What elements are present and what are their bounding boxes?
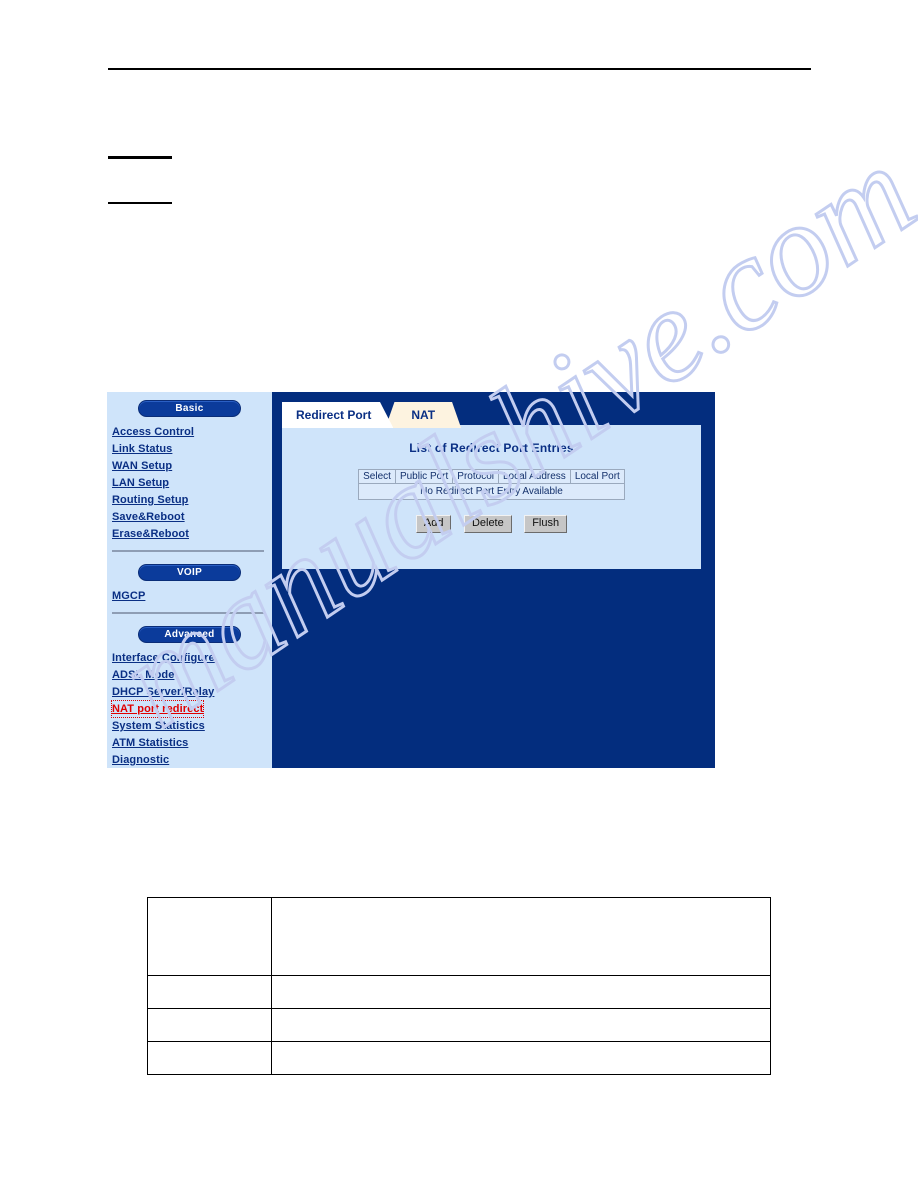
sidebar-item-nat-port-redirect[interactable]: NAT port redirect [110,700,272,718]
sidebar-item-link-status[interactable]: Link Status [112,440,272,457]
sidebar-item-diagnostic[interactable]: Diagnostic [112,751,272,768]
sidebar-group-basic-list: Access Control Link Status WAN Setup LAN… [107,423,272,542]
sidebar-group-advanced-list: Interface Configure ADSL Mode DHCP Serve… [107,649,272,768]
sidebar-link-erase-reboot[interactable]: Erase&Reboot [112,526,189,542]
sidebar-link-save-reboot[interactable]: Save&Reboot [112,509,185,525]
flush-button[interactable]: Flush [524,515,568,533]
table-cell-value [270,975,772,1009]
sidebar-link-nat-port-redirect[interactable]: NAT port redirect [110,700,205,718]
document-table-body [147,897,772,1075]
sidebar-item-atm-statistics[interactable]: ATM Statistics [112,734,272,751]
sidebar-link-access-control[interactable]: Access Control [112,424,194,440]
sidebar-item-system-statistics[interactable]: System Statistics [112,717,272,734]
sidebar-link-lan-setup[interactable]: LAN Setup [112,475,169,491]
content-area: Redirect Port NAT List of Redirect Port … [272,392,715,768]
sidebar-link-diagnostic[interactable]: Diagnostic [112,752,169,768]
panel-button-row: Add Delete Flush [282,513,701,533]
column-header-local-address: Local Address [497,469,571,484]
document-short-rule-1 [108,156,172,159]
sidebar-item-interface-configure[interactable]: Interface Configure [112,649,272,666]
column-header-public-port: Public Port [394,469,454,484]
tab-strip: Redirect Port NAT [282,400,462,428]
document-short-rule-2 [108,202,172,204]
table-empty-row: No Redirect Port Entry Available [358,483,625,500]
table-cell-label [147,1008,272,1042]
table-row [147,1008,772,1042]
tab-redirect-port[interactable]: Redirect Port [282,402,394,428]
redirect-port-panel: List of Redirect Port Entries Select Pub… [282,425,701,569]
sidebar-link-link-status[interactable]: Link Status [112,441,172,457]
table-header-row: Select Public Port Protocol Local Addres… [358,469,625,484]
sidebar-item-save-reboot[interactable]: Save&Reboot [112,508,272,525]
sidebar: Basic Access Control Link Status WAN Set… [107,392,272,768]
table-row [147,975,772,1009]
document-bottom-table [147,897,772,1075]
sidebar-link-dhcp-server-relay[interactable]: DHCP Server/Relay [112,684,214,700]
column-header-select: Select [358,469,396,484]
sidebar-group-header-advanced: Advanced [138,626,241,643]
panel-title: List of Redirect Port Entries [409,441,574,455]
tab-nat[interactable]: NAT [385,402,462,428]
table-cell-value [270,897,772,976]
add-button[interactable]: Add [415,515,452,533]
sidebar-link-system-statistics[interactable]: System Statistics [112,718,205,734]
table-row [147,897,772,976]
sidebar-item-routing-setup[interactable]: Routing Setup [112,491,272,508]
sidebar-divider-2 [112,612,264,614]
table-cell-label [147,1041,272,1075]
sidebar-item-wan-setup[interactable]: WAN Setup [112,457,272,474]
table-header: Select Public Port Protocol Local Addres… [358,469,625,484]
router-admin-ui: Basic Access Control Link Status WAN Set… [107,392,715,768]
sidebar-link-mgcp[interactable]: MGCP [112,588,145,604]
sidebar-link-interface-configure[interactable]: Interface Configure [112,650,215,666]
sidebar-link-atm-statistics[interactable]: ATM Statistics [112,735,188,751]
sidebar-item-lan-setup[interactable]: LAN Setup [112,474,272,491]
table-cell-value [270,1041,772,1075]
sidebar-item-access-control[interactable]: Access Control [112,423,272,440]
sidebar-group-voip-list: MGCP [107,587,272,604]
sidebar-divider-1 [112,550,264,552]
empty-state-message: No Redirect Port Entry Available [358,483,625,500]
sidebar-group-header-basic: Basic [138,400,241,417]
sidebar-group-header-voip: VOIP [138,564,241,581]
table-cell-label [147,897,272,976]
sidebar-item-erase-reboot[interactable]: Erase&Reboot [112,525,272,542]
redirect-port-entries-table: Select Public Port Protocol Local Addres… [358,469,625,500]
sidebar-link-wan-setup[interactable]: WAN Setup [112,458,172,474]
table-row [147,1041,772,1075]
document-top-rule [108,68,811,70]
delete-button[interactable]: Delete [463,515,512,533]
sidebar-item-dhcp-server-relay[interactable]: DHCP Server/Relay [112,683,272,700]
column-header-local-port: Local Port [569,469,625,484]
sidebar-link-routing-setup[interactable]: Routing Setup [112,492,188,508]
table-cell-value [270,1008,772,1042]
sidebar-item-mgcp[interactable]: MGCP [112,587,272,604]
table-cell-label [147,975,272,1009]
sidebar-item-adsl-mode[interactable]: ADSL Mode [112,666,272,683]
column-header-protocol: Protocol [452,469,499,484]
table-body: No Redirect Port Entry Available [358,483,625,500]
sidebar-link-adsl-mode[interactable]: ADSL Mode [112,667,174,683]
